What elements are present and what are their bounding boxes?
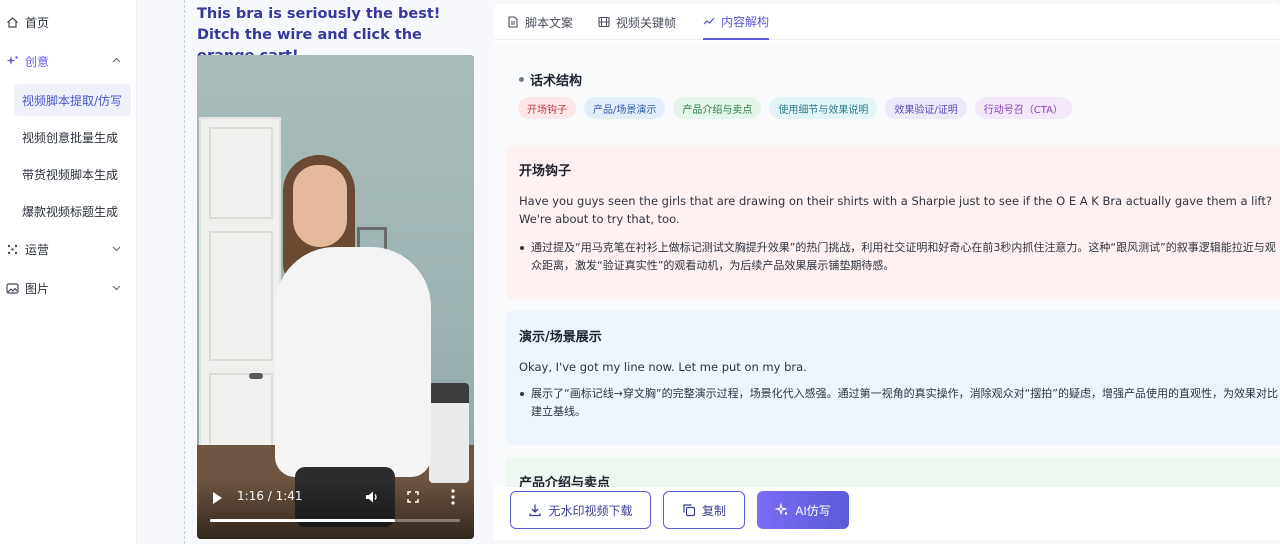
- sidebar-item-label: 爆款视频标题生成: [22, 204, 119, 219]
- sidebar-item-script-extract[interactable]: 视频脚本提取/仿写: [14, 84, 131, 116]
- download-no-watermark-button[interactable]: 无水印视频下载: [510, 491, 651, 529]
- button-label: 复制: [701, 503, 726, 518]
- home-icon: [5, 15, 19, 29]
- section-card-hook: 开场钩子 Have you guys seen the girls that a…: [506, 145, 1280, 299]
- copy-icon: [682, 503, 696, 517]
- structure-heading: 话术结构: [519, 70, 582, 89]
- nav-item-label: 首页: [25, 15, 50, 30]
- sparkle-icon: [5, 54, 19, 68]
- structure-tag: 开场钩子: [518, 97, 576, 119]
- chevron-down-icon: [112, 285, 121, 291]
- fullscreen-icon[interactable]: [407, 491, 419, 503]
- sidebar-item-viral-title[interactable]: 爆款视频标题生成: [14, 195, 131, 227]
- structure-tag: 行动号召（CTA）: [974, 97, 1072, 119]
- ai-rewrite-button[interactable]: AI仿写: [757, 491, 849, 529]
- chevron-up-icon: [112, 57, 121, 63]
- structure-tag: 效果验证/证明: [885, 97, 967, 119]
- column-divider: [184, 0, 185, 544]
- sidebar-item-sales-script[interactable]: 带货视频脚本生成: [14, 158, 131, 190]
- chevron-down-icon: [112, 246, 121, 252]
- nav-item-operations[interactable]: 运营: [0, 233, 137, 265]
- more-options-icon[interactable]: [451, 489, 455, 505]
- tab-bar: 脚本文案 视频关键帧 内容解构: [494, 4, 1280, 40]
- section-title: 演示/场景展示: [519, 330, 602, 345]
- structure-tag: 使用细节与效果说明: [769, 97, 878, 119]
- film-icon: [598, 16, 610, 28]
- section-analysis: 展示了“画标记线→穿文胸”的完整演示过程，场景化代入感强。通过第一视角的真实操作…: [519, 385, 1280, 421]
- button-label: 无水印视频下载: [548, 503, 633, 518]
- nav-item-label: 运营: [25, 242, 50, 257]
- tab-label: 内容解构: [721, 14, 770, 29]
- structure-tag: 产品/场景演示: [584, 97, 666, 119]
- section-card-demo: 演示/场景展示 Okay, I've got my line now. Let …: [506, 311, 1280, 445]
- nav-item-home[interactable]: 首页: [0, 6, 137, 38]
- nav-item-images[interactable]: 图片: [0, 272, 137, 304]
- section-transcript: Have you guys seen the girls that are dr…: [519, 194, 1273, 226]
- grid-icon: [5, 242, 19, 256]
- play-icon[interactable]: [213, 492, 222, 504]
- download-icon: [528, 503, 542, 517]
- sidebar-item-batch-creative[interactable]: 视频创意批量生成: [14, 121, 131, 153]
- video-frame-person: [275, 247, 431, 477]
- structure-title: 话术结构: [530, 74, 583, 89]
- action-bar: 无水印视频下载 复制 AI仿写: [494, 487, 1280, 540]
- structure-tags: 开场钩子 产品/场景演示 产品介绍与卖点 使用细节与效果说明 效果验证/证明 行动号召（C…: [518, 97, 1072, 119]
- video-progress-bar[interactable]: [210, 519, 460, 522]
- sidebar-item-label: 带货视频脚本生成: [22, 167, 119, 182]
- sidebar-item-label: 视频创意批量生成: [22, 130, 119, 145]
- structure-tag: 产品介绍与卖点: [673, 97, 762, 119]
- copy-button[interactable]: 复制: [663, 491, 745, 529]
- analysis-content[interactable]: 话术结构 开场钩子 产品/场景演示 产品介绍与卖点 使用细节与效果说明 效果验证/证明行…: [494, 41, 1280, 487]
- video-progress-fill: [210, 519, 395, 522]
- nav-item-label: 创意: [25, 54, 50, 69]
- sparkle-icon: [775, 503, 789, 517]
- section-title: 开场钩子: [519, 164, 572, 179]
- nav-item-creative[interactable]: 创意: [0, 45, 137, 77]
- tab-label: 脚本文案: [525, 15, 574, 30]
- tab-content-analysis[interactable]: 内容解构: [703, 4, 770, 40]
- trend-icon: [703, 15, 715, 27]
- video-frame-door: [199, 117, 281, 477]
- tab-script-text[interactable]: 脚本文案: [507, 4, 573, 40]
- button-label: AI仿写: [795, 503, 831, 518]
- tab-keyframes[interactable]: 视频关键帧: [598, 4, 676, 40]
- nav-item-label: 图片: [25, 281, 50, 296]
- image-icon: [5, 281, 19, 295]
- section-title: 产品介绍与卖点: [519, 476, 611, 487]
- sidebar-item-label: 视频脚本提取/仿写: [22, 93, 123, 108]
- video-timecode: 1:16 / 1:41: [237, 489, 303, 503]
- document-icon: [507, 16, 519, 28]
- section-transcript: Okay, I've got my line now. Let me put o…: [519, 360, 807, 374]
- section-analysis: 通过提及“用马克笔在衬衫上做标记测试文胸提升效果”的热门挑战，利用社交证明和好奇…: [519, 239, 1280, 275]
- bullet-dot-icon: [519, 77, 524, 82]
- sidebar: 首页 创意 视频脚本提取/仿写 视频创意批量生成 带货视频脚本生成 爆款视频标题…: [0, 0, 137, 544]
- video-frame-person-face: [293, 165, 347, 247]
- video-player[interactable]: 1:16 / 1:41: [197, 55, 474, 539]
- section-card-product-intro: 产品介绍与卖点: [506, 457, 1280, 487]
- volume-icon[interactable]: [365, 490, 379, 504]
- video-controls: [197, 479, 474, 539]
- content-panel: 脚本文案 视频关键帧 内容解构 话术结构 开场钩子 产品/场景演示 产品介绍与卖点使…: [494, 4, 1280, 540]
- tab-label: 视频关键帧: [616, 15, 677, 30]
